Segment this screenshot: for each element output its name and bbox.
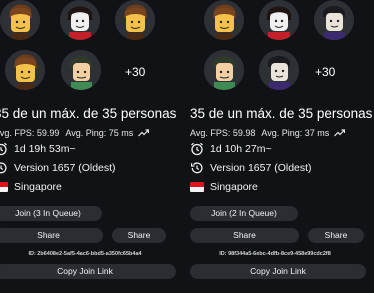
- share-button[interactable]: Share: [190, 228, 299, 243]
- version-text: Version 1657 (Oldest): [210, 162, 312, 174]
- avg-fps: Avg. FPS: 59.99: [0, 128, 60, 138]
- performance-stats: Avg. FPS: 59.99 Avg. Ping: 75 ms: [0, 127, 150, 139]
- alarm-clock-icon: [0, 142, 7, 156]
- join-button[interactable]: Join (2 In Queue): [190, 206, 298, 221]
- more-players-count: +30: [125, 65, 146, 79]
- server-card: +30 35 de un máx. de 35 personas Avg. FP…: [0, 0, 176, 293]
- player-avatar-icon[interactable]: [60, 0, 100, 40]
- server-card: +30 35 de un máx. de 35 personas Avg. FP…: [184, 0, 372, 293]
- history-icon: [191, 162, 203, 174]
- singapore-flag-icon: [190, 182, 204, 192]
- server-region: Singapore: [190, 180, 258, 194]
- server-region: Singapore: [0, 180, 62, 194]
- singapore-flag-icon: [0, 182, 8, 192]
- server-version: Version 1657 (Oldest): [190, 161, 312, 175]
- player-avatar-icon[interactable]: [0, 0, 40, 40]
- uptime-text: 1d 19h 53m~: [14, 143, 76, 155]
- avg-ping: Avg. Ping: 75 ms: [65, 128, 134, 138]
- region-text: Singapore: [14, 181, 62, 193]
- version-text: Version 1657 (Oldest): [14, 162, 116, 174]
- server-uptime: 1d 19h 53m~: [0, 142, 76, 156]
- player-avatar-icon[interactable]: [61, 50, 101, 90]
- more-players-count: +30: [315, 65, 336, 79]
- share-button[interactable]: Share: [0, 228, 103, 243]
- server-version: Version 1657 (Oldest): [0, 161, 116, 175]
- player-count: 35 de un máx. de 35 personas: [190, 106, 373, 121]
- avg-ping: Avg. Ping: 37 ms: [261, 128, 330, 138]
- copy-join-link-button[interactable]: Copy Join Link: [190, 264, 366, 279]
- player-avatar-icon[interactable]: [204, 50, 244, 90]
- share-button-secondary[interactable]: Share: [112, 228, 166, 243]
- server-id: ID: 98f344a5-6ebc-4dfb-8ce9-458e99cdc2f8: [219, 251, 331, 257]
- trending-up-icon: [138, 129, 150, 137]
- server-id: ID: 2b6408e2-5af5-4ac6-bbd5-a350fc65b4a4: [28, 251, 142, 257]
- uptime-text: 1d 10h 27m~: [210, 143, 272, 155]
- player-avatar-icon[interactable]: [115, 0, 155, 40]
- player-avatar-icon[interactable]: [259, 50, 299, 90]
- server-uptime: 1d 10h 27m~: [190, 142, 272, 156]
- trending-up-icon: [334, 129, 346, 137]
- history-icon: [0, 162, 7, 174]
- player-avatar-icon[interactable]: [5, 50, 45, 90]
- alarm-clock-icon: [191, 142, 203, 156]
- player-count: 35 de un máx. de 35 personas: [0, 106, 177, 121]
- player-avatar-icon[interactable]: [314, 0, 354, 40]
- performance-stats: Avg. FPS: 59.98 Avg. Ping: 37 ms: [190, 127, 346, 139]
- player-avatar-icon[interactable]: [204, 0, 244, 40]
- join-button[interactable]: Join (3 In Queue): [0, 206, 102, 221]
- copy-join-link-button[interactable]: Copy Join Link: [0, 264, 176, 279]
- share-button-secondary[interactable]: Share: [308, 228, 364, 243]
- server-list: +30 35 de un máx. de 35 personas Avg. FP…: [0, 0, 374, 293]
- avg-fps: Avg. FPS: 59.98: [190, 128, 256, 138]
- region-text: Singapore: [210, 181, 258, 193]
- player-avatar-icon[interactable]: [259, 0, 299, 40]
